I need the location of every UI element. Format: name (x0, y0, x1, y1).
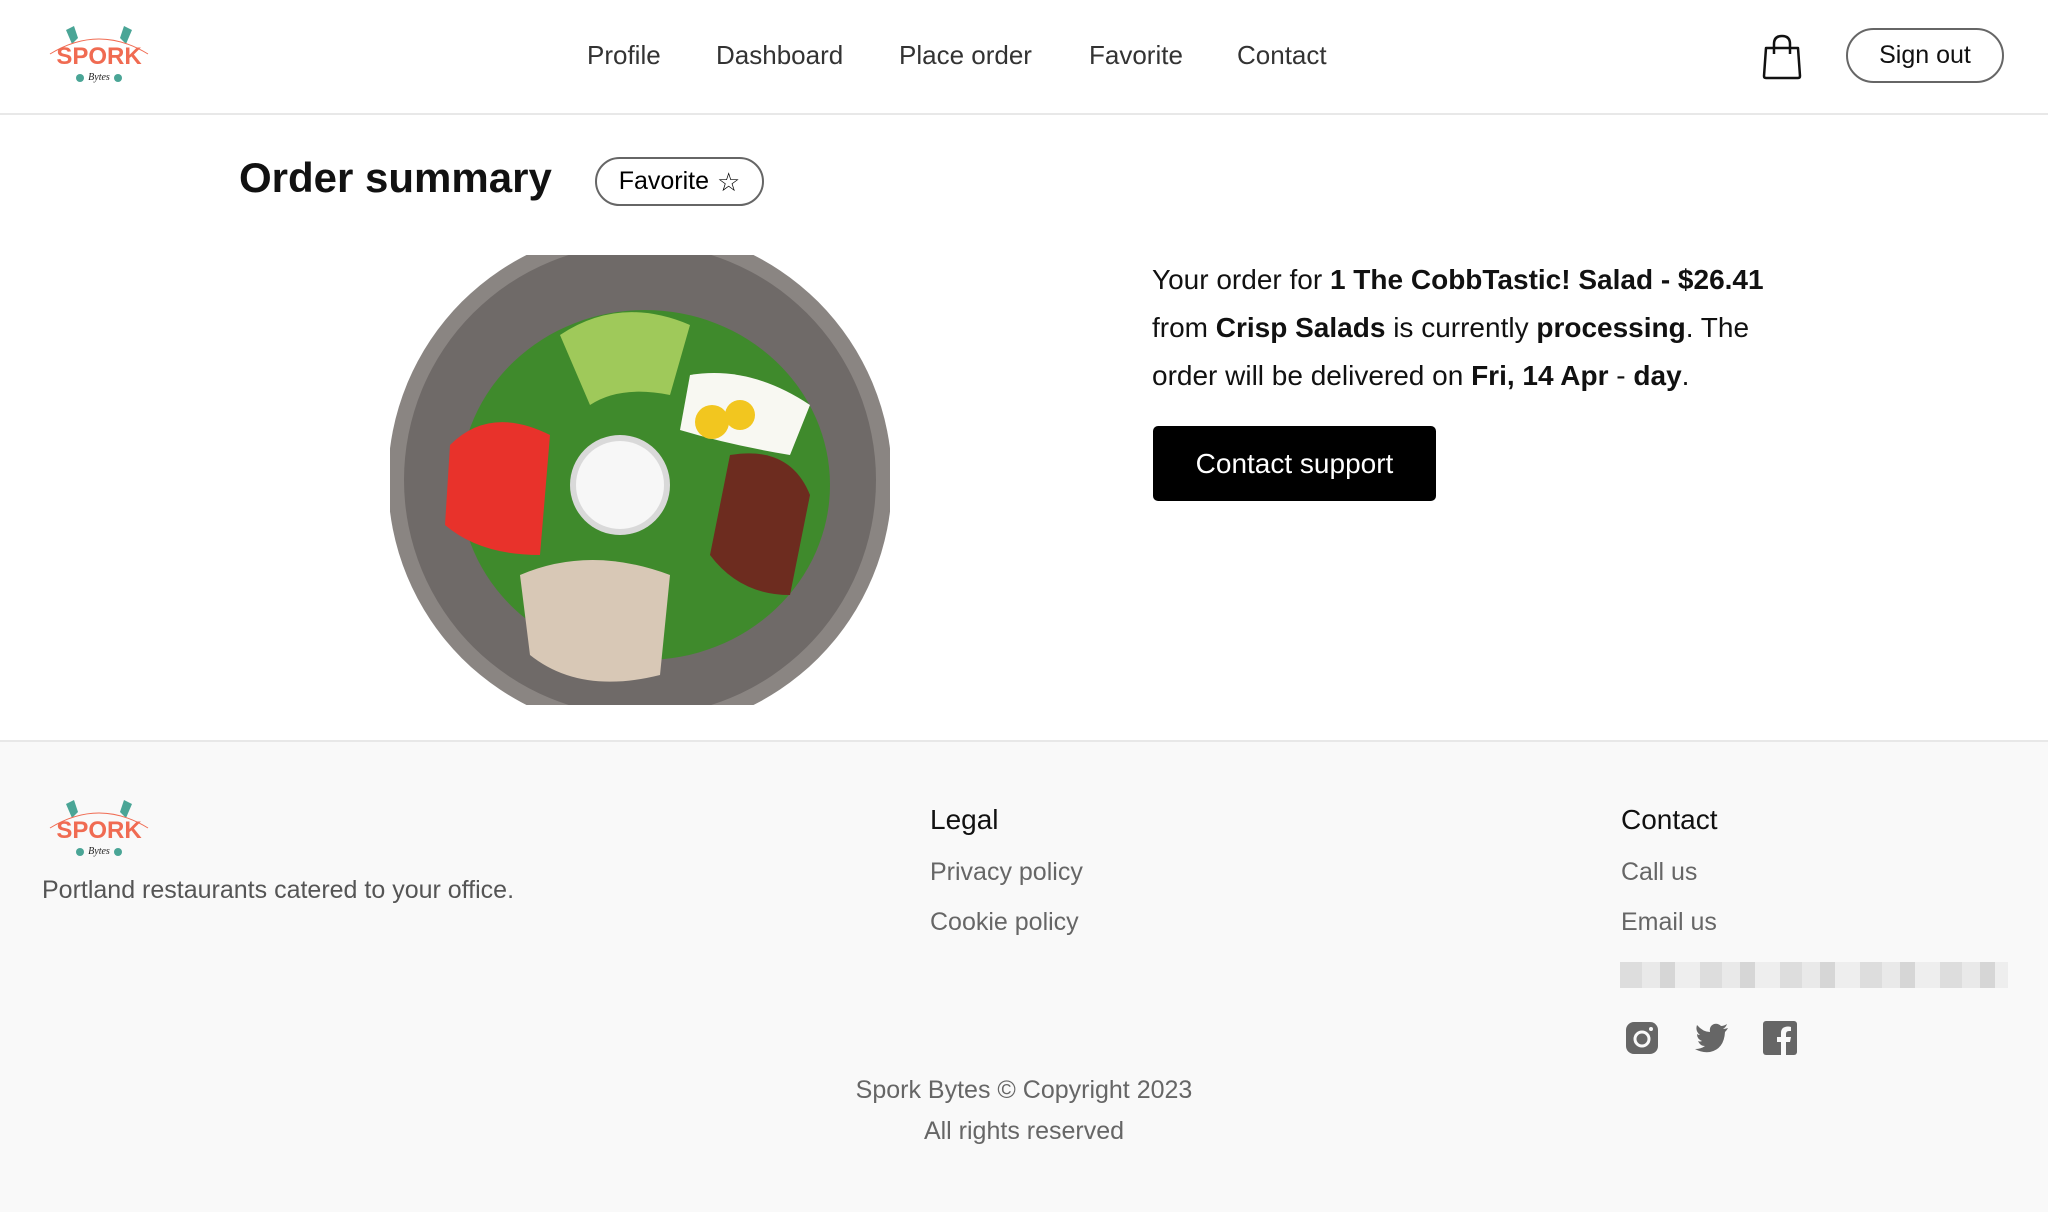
copyright-text: Spork Bytes © Copyright 2023 (855, 1076, 1193, 1104)
nav-profile[interactable]: Profile (587, 40, 661, 71)
privacy-policy-link[interactable]: Privacy policy (930, 858, 1083, 887)
order-status: processing (1536, 312, 1686, 343)
nav-contact[interactable]: Contact (1237, 40, 1327, 71)
sign-out-button[interactable]: Sign out (1846, 28, 2004, 83)
cookie-policy-link[interactable]: Cookie policy (930, 908, 1079, 937)
star-outline-icon: ☆ (717, 166, 741, 197)
instagram-icon[interactable] (1624, 1020, 1660, 1056)
site-header: SPORK Bytes Profile Dashboard Place orde… (0, 0, 2048, 115)
main-nav: Profile Dashboard Place order Favorite C… (0, 0, 2048, 113)
svg-text:Bytes: Bytes (88, 846, 110, 857)
site-footer: SPORK Bytes Portland restaurants catered… (0, 740, 2048, 1212)
order-item: 1 The CobbTastic! Salad - $26.41 (1329, 264, 1764, 295)
redacted-contact-info (1620, 962, 2008, 988)
call-us-link[interactable]: Call us (1621, 858, 1697, 887)
facebook-icon[interactable] (1762, 1020, 1798, 1056)
footer-tagline: Portland restaurants catered to your off… (42, 876, 515, 904)
email-us-link[interactable]: Email us (1621, 908, 1717, 937)
salad-image (390, 255, 890, 705)
svg-text:SPORK: SPORK (56, 817, 142, 844)
footer-logo[interactable]: SPORK Bytes (44, 798, 154, 862)
contact-heading: Contact (1621, 804, 1718, 835)
nav-place-order[interactable]: Place order (899, 40, 1032, 71)
page-title: Order summary (239, 154, 552, 201)
nav-favorite[interactable]: Favorite (1089, 40, 1183, 71)
rights-text: All rights reserved (923, 1117, 1125, 1145)
restaurant-name: Crisp Salads (1215, 312, 1386, 343)
nav-dashboard[interactable]: Dashboard (716, 40, 843, 71)
order-description: Your order for 1 The CobbTastic! Salad -… (1152, 264, 1764, 391)
favorite-label: Favorite (618, 167, 709, 195)
delivery-time: day (1633, 360, 1682, 391)
legal-heading: Legal (930, 804, 999, 835)
contact-support-button[interactable]: Contact support (1153, 426, 1436, 501)
delivery-date: Fri, 14 Apr (1471, 360, 1609, 391)
shopping-bag-icon[interactable] (1762, 34, 1802, 80)
favorite-button[interactable]: Favorite ☆ (595, 157, 764, 206)
twitter-icon[interactable] (1694, 1020, 1730, 1056)
